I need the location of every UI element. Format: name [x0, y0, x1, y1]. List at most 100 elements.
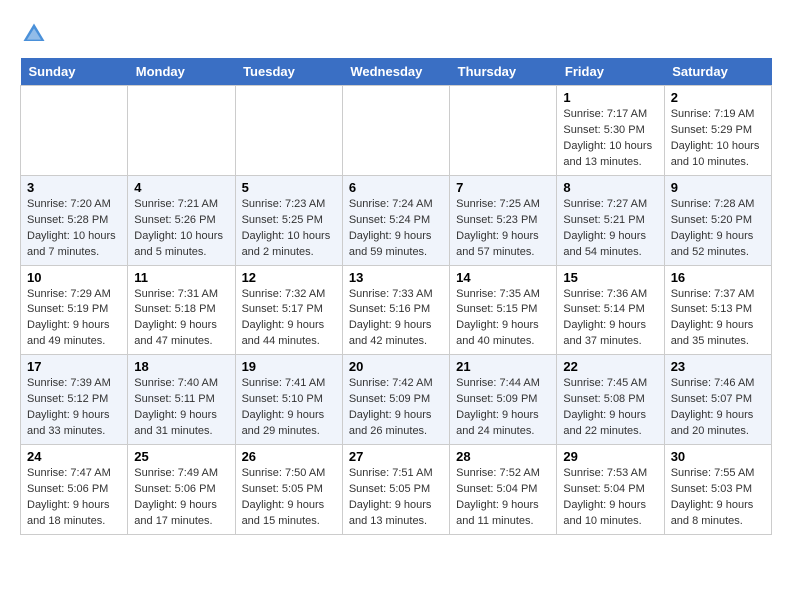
day-info: Sunrise: 7:29 AM Sunset: 5:19 PM Dayligh…: [27, 287, 121, 351]
day-info: Sunrise: 7:35 AM Sunset: 5:15 PM Dayligh…: [456, 287, 550, 351]
day-info: Sunrise: 7:28 AM Sunset: 5:20 PM Dayligh…: [671, 197, 765, 261]
day-number: 30: [671, 449, 765, 464]
calendar-cell: 5 Sunrise: 7:23 AM Sunset: 5:25 PM Daylig…: [235, 175, 342, 265]
calendar-cell: 24 Sunrise: 7:47 AM Sunset: 5:06 PM Dayli…: [21, 445, 128, 535]
day-info: Sunrise: 7:27 AM Sunset: 5:21 PM Dayligh…: [563, 197, 657, 261]
calendar-cell: 22 Sunrise: 7:45 AM Sunset: 5:08 PM Dayli…: [557, 355, 664, 445]
day-number: 19: [242, 359, 336, 374]
day-number: 15: [563, 270, 657, 285]
day-info: Sunrise: 7:39 AM Sunset: 5:12 PM Dayligh…: [27, 376, 121, 440]
day-info: Sunrise: 7:52 AM Sunset: 5:04 PM Dayligh…: [456, 466, 550, 530]
day-info: Sunrise: 7:32 AM Sunset: 5:17 PM Dayligh…: [242, 287, 336, 351]
day-info: Sunrise: 7:23 AM Sunset: 5:25 PM Dayligh…: [242, 197, 336, 261]
day-info: Sunrise: 7:20 AM Sunset: 5:28 PM Dayligh…: [27, 197, 121, 261]
calendar-cell: 29 Sunrise: 7:53 AM Sunset: 5:04 PM Dayli…: [557, 445, 664, 535]
weekday-header-row: SundayMondayTuesdayWednesdayThursdayFrid…: [21, 58, 772, 86]
day-number: 7: [456, 180, 550, 195]
calendar-cell: 2 Sunrise: 7:19 AM Sunset: 5:29 PM Daylig…: [664, 86, 771, 176]
day-info: Sunrise: 7:51 AM Sunset: 5:05 PM Dayligh…: [349, 466, 443, 530]
calendar-cell: 6 Sunrise: 7:24 AM Sunset: 5:24 PM Daylig…: [342, 175, 449, 265]
day-number: 2: [671, 90, 765, 105]
calendar-cell: 20 Sunrise: 7:42 AM Sunset: 5:09 PM Dayli…: [342, 355, 449, 445]
day-info: Sunrise: 7:46 AM Sunset: 5:07 PM Dayligh…: [671, 376, 765, 440]
day-info: Sunrise: 7:40 AM Sunset: 5:11 PM Dayligh…: [134, 376, 228, 440]
day-info: Sunrise: 7:55 AM Sunset: 5:03 PM Dayligh…: [671, 466, 765, 530]
calendar-week-5: 24 Sunrise: 7:47 AM Sunset: 5:06 PM Dayli…: [21, 445, 772, 535]
day-number: 1: [563, 90, 657, 105]
calendar-cell: [21, 86, 128, 176]
calendar-cell: 27 Sunrise: 7:51 AM Sunset: 5:05 PM Dayli…: [342, 445, 449, 535]
logo-icon: [20, 20, 48, 48]
day-number: 27: [349, 449, 443, 464]
logo: [20, 20, 52, 48]
day-number: 24: [27, 449, 121, 464]
day-info: Sunrise: 7:24 AM Sunset: 5:24 PM Dayligh…: [349, 197, 443, 261]
day-number: 12: [242, 270, 336, 285]
calendar-cell: 12 Sunrise: 7:32 AM Sunset: 5:17 PM Dayli…: [235, 265, 342, 355]
day-number: 25: [134, 449, 228, 464]
calendar-week-2: 3Sunrise: 7:20 AM Sunset: 5:28 PM Daylig…: [21, 175, 772, 265]
day-number: 10: [27, 270, 121, 285]
day-info: Sunrise: 7:41 AM Sunset: 5:10 PM Dayligh…: [242, 376, 336, 440]
calendar-cell: 3Sunrise: 7:20 AM Sunset: 5:28 PM Daylig…: [21, 175, 128, 265]
calendar-cell: 8 Sunrise: 7:27 AM Sunset: 5:21 PM Daylig…: [557, 175, 664, 265]
day-number: 13: [349, 270, 443, 285]
weekday-header-monday: Monday: [128, 58, 235, 86]
calendar: SundayMondayTuesdayWednesdayThursdayFrid…: [20, 58, 772, 535]
day-number: 5: [242, 180, 336, 195]
day-info: Sunrise: 7:49 AM Sunset: 5:06 PM Dayligh…: [134, 466, 228, 530]
calendar-cell: [235, 86, 342, 176]
day-info: Sunrise: 7:50 AM Sunset: 5:05 PM Dayligh…: [242, 466, 336, 530]
weekday-header-friday: Friday: [557, 58, 664, 86]
calendar-cell: 10 Sunrise: 7:29 AM Sunset: 5:19 PM Dayli…: [21, 265, 128, 355]
day-number: 20: [349, 359, 443, 374]
weekday-header-wednesday: Wednesday: [342, 58, 449, 86]
day-number: 4: [134, 180, 228, 195]
day-info: Sunrise: 7:45 AM Sunset: 5:08 PM Dayligh…: [563, 376, 657, 440]
day-info: Sunrise: 7:37 AM Sunset: 5:13 PM Dayligh…: [671, 287, 765, 351]
calendar-cell: 15Sunrise: 7:36 AM Sunset: 5:14 PM Dayli…: [557, 265, 664, 355]
calendar-cell: 23Sunrise: 7:46 AM Sunset: 5:07 PM Dayli…: [664, 355, 771, 445]
calendar-cell: 25 Sunrise: 7:49 AM Sunset: 5:06 PM Dayli…: [128, 445, 235, 535]
day-info: Sunrise: 7:47 AM Sunset: 5:06 PM Dayligh…: [27, 466, 121, 530]
weekday-header-sunday: Sunday: [21, 58, 128, 86]
day-number: 8: [563, 180, 657, 195]
calendar-week-3: 10 Sunrise: 7:29 AM Sunset: 5:19 PM Dayli…: [21, 265, 772, 355]
calendar-cell: 28 Sunrise: 7:52 AM Sunset: 5:04 PM Dayli…: [450, 445, 557, 535]
day-number: 16: [671, 270, 765, 285]
weekday-header-saturday: Saturday: [664, 58, 771, 86]
day-info: Sunrise: 7:53 AM Sunset: 5:04 PM Dayligh…: [563, 466, 657, 530]
day-info: Sunrise: 7:42 AM Sunset: 5:09 PM Dayligh…: [349, 376, 443, 440]
calendar-cell: 18 Sunrise: 7:40 AM Sunset: 5:11 PM Dayli…: [128, 355, 235, 445]
calendar-cell: 14Sunrise: 7:35 AM Sunset: 5:15 PM Dayli…: [450, 265, 557, 355]
day-number: 18: [134, 359, 228, 374]
calendar-cell: 7 Sunrise: 7:25 AM Sunset: 5:23 PM Daylig…: [450, 175, 557, 265]
weekday-header-thursday: Thursday: [450, 58, 557, 86]
calendar-cell: [450, 86, 557, 176]
calendar-cell: 21 Sunrise: 7:44 AM Sunset: 5:09 PM Dayli…: [450, 355, 557, 445]
day-number: 22: [563, 359, 657, 374]
calendar-week-1: 1 Sunrise: 7:17 AM Sunset: 5:30 PM Daylig…: [21, 86, 772, 176]
calendar-cell: 19 Sunrise: 7:41 AM Sunset: 5:10 PM Dayli…: [235, 355, 342, 445]
day-info: Sunrise: 7:44 AM Sunset: 5:09 PM Dayligh…: [456, 376, 550, 440]
day-number: 6: [349, 180, 443, 195]
page-header: [20, 20, 772, 48]
day-info: Sunrise: 7:31 AM Sunset: 5:18 PM Dayligh…: [134, 287, 228, 351]
calendar-cell: 16 Sunrise: 7:37 AM Sunset: 5:13 PM Dayli…: [664, 265, 771, 355]
calendar-cell: 1 Sunrise: 7:17 AM Sunset: 5:30 PM Daylig…: [557, 86, 664, 176]
day-number: 21: [456, 359, 550, 374]
day-info: Sunrise: 7:25 AM Sunset: 5:23 PM Dayligh…: [456, 197, 550, 261]
calendar-cell: 9Sunrise: 7:28 AM Sunset: 5:20 PM Daylig…: [664, 175, 771, 265]
day-info: Sunrise: 7:19 AM Sunset: 5:29 PM Dayligh…: [671, 107, 765, 171]
day-number: 28: [456, 449, 550, 464]
day-info: Sunrise: 7:21 AM Sunset: 5:26 PM Dayligh…: [134, 197, 228, 261]
calendar-cell: 30 Sunrise: 7:55 AM Sunset: 5:03 PM Dayli…: [664, 445, 771, 535]
calendar-cell: 13 Sunrise: 7:33 AM Sunset: 5:16 PM Dayli…: [342, 265, 449, 355]
calendar-cell: 4 Sunrise: 7:21 AM Sunset: 5:26 PM Daylig…: [128, 175, 235, 265]
day-info: Sunrise: 7:17 AM Sunset: 5:30 PM Dayligh…: [563, 107, 657, 171]
calendar-cell: 26Sunrise: 7:50 AM Sunset: 5:05 PM Dayli…: [235, 445, 342, 535]
calendar-cell: [128, 86, 235, 176]
day-info: Sunrise: 7:33 AM Sunset: 5:16 PM Dayligh…: [349, 287, 443, 351]
day-number: 29: [563, 449, 657, 464]
day-number: 17: [27, 359, 121, 374]
